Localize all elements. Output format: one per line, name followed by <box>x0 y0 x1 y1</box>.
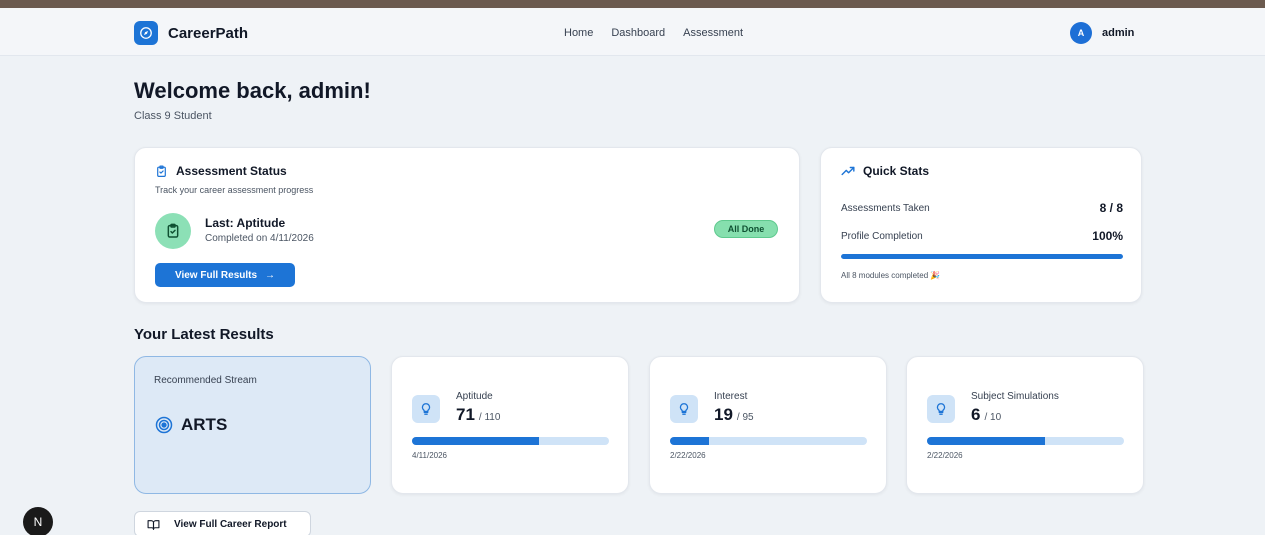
score-value: 19 <box>714 405 733 424</box>
brand-name: CareerPath <box>168 24 249 42</box>
assessment-status-description: Track your career assessment progress <box>155 185 314 195</box>
result-progress-fill <box>412 437 540 445</box>
profile-progress-fill <box>841 254 1123 259</box>
result-date: 4/11/2026 <box>412 451 447 460</box>
quick-stats-heading: Quick Stats <box>841 164 929 178</box>
main-nav: Home Dashboard Assessment <box>564 27 743 39</box>
result-card-interest[interactable]: Interest 19 / 95 2/22/2026 <box>649 356 887 494</box>
result-card-subject-simulations[interactable]: Subject Simulations 6 / 10 2/22/2026 <box>906 356 1144 494</box>
score-value: 71 <box>456 405 475 424</box>
stat-value: 100% <box>1092 229 1123 243</box>
page-subtitle: Class 9 Student <box>134 110 212 122</box>
assessment-status-title: Assessment Status <box>176 164 287 178</box>
stat-label: Assessments Taken <box>841 202 930 214</box>
score-total: / 95 <box>736 412 754 423</box>
clipboard-check-icon <box>155 213 191 249</box>
dev-tools-badge[interactable]: N <box>23 507 53 535</box>
score-total: / 110 <box>478 412 501 423</box>
stat-row-assessments: Assessments Taken 8 / 8 <box>841 201 1123 215</box>
brand[interactable]: CareerPath <box>134 21 248 45</box>
clipboard-check-icon <box>155 164 168 178</box>
result-card-aptitude[interactable]: Aptitude 71 / 110 4/11/2026 <box>391 356 629 494</box>
result-score: 6 / 10 <box>971 405 1001 425</box>
lightbulb-icon <box>412 395 440 423</box>
trending-up-icon <box>841 165 855 177</box>
recommended-stream-value: ARTS <box>181 415 228 434</box>
result-progress-bar <box>412 437 609 445</box>
view-full-results-label: View Full Results <box>174 269 258 281</box>
stat-row-profile: Profile Completion 100% <box>841 229 1123 243</box>
nav-dashboard[interactable]: Dashboard <box>611 27 665 39</box>
result-progress-fill <box>927 437 1046 445</box>
result-name: Subject Simulations <box>971 391 1059 402</box>
user-menu[interactable]: A admin <box>1070 22 1134 44</box>
recommended-stream-card[interactable]: Recommended Stream ARTS <box>134 356 371 494</box>
result-score: 71 / 110 <box>456 405 500 425</box>
profile-progress-bar <box>841 254 1123 259</box>
result-progress-bar <box>670 437 867 445</box>
status-badge: All Done <box>714 220 778 238</box>
avatar: A <box>1070 22 1092 44</box>
quick-stats-title: Quick Stats <box>863 164 930 178</box>
result-progress-bar <box>927 437 1124 445</box>
stat-value: 8 / 8 <box>1099 201 1123 215</box>
lightbulb-icon <box>927 395 955 423</box>
quick-stats-card: Quick Stats Assessments Taken 8 / 8 Prof… <box>820 147 1142 303</box>
view-full-results-button[interactable]: View Full Results → <box>155 263 295 287</box>
result-date: 2/22/2026 <box>670 451 706 460</box>
result-date: 2/22/2026 <box>927 451 963 460</box>
result-progress-fill <box>670 437 710 445</box>
result-name: Interest <box>714 391 748 402</box>
nav-home[interactable]: Home <box>564 27 593 39</box>
score-value: 6 <box>971 405 981 424</box>
page-title: Welcome back, admin! <box>134 78 371 103</box>
modules-completed-note: All 8 modules completed 🎉 <box>841 271 941 280</box>
view-career-report-label: View Full Career Report <box>174 518 287 530</box>
score-total: / 10 <box>984 412 1002 423</box>
recommended-stream: ARTS <box>155 415 227 435</box>
view-career-report-button[interactable]: View Full Career Report <box>134 511 311 535</box>
assessment-status-heading: Assessment Status <box>155 164 287 178</box>
result-score: 19 / 95 <box>714 405 754 425</box>
result-name: Aptitude <box>456 391 493 402</box>
latest-results-heading: Your Latest Results <box>134 326 274 343</box>
arrow-right-icon: → <box>265 269 276 281</box>
book-open-icon <box>147 519 160 530</box>
last-assessment-date: Completed on 4/11/2026 <box>205 233 314 244</box>
last-assessment-label: Last: Aptitude <box>205 216 286 230</box>
user-name: admin <box>1102 27 1135 39</box>
window-top-border <box>0 0 1265 8</box>
top-navbar: CareerPath Home Dashboard Assessment A a… <box>0 8 1265 56</box>
stat-label: Profile Completion <box>841 230 923 242</box>
assessment-status-card: Assessment Status Track your career asse… <box>134 147 800 303</box>
nav-assessment[interactable]: Assessment <box>683 27 743 39</box>
target-icon <box>155 416 173 434</box>
lightbulb-icon <box>670 395 698 423</box>
recommended-stream-label: Recommended Stream <box>154 375 257 386</box>
compass-icon <box>134 21 158 45</box>
